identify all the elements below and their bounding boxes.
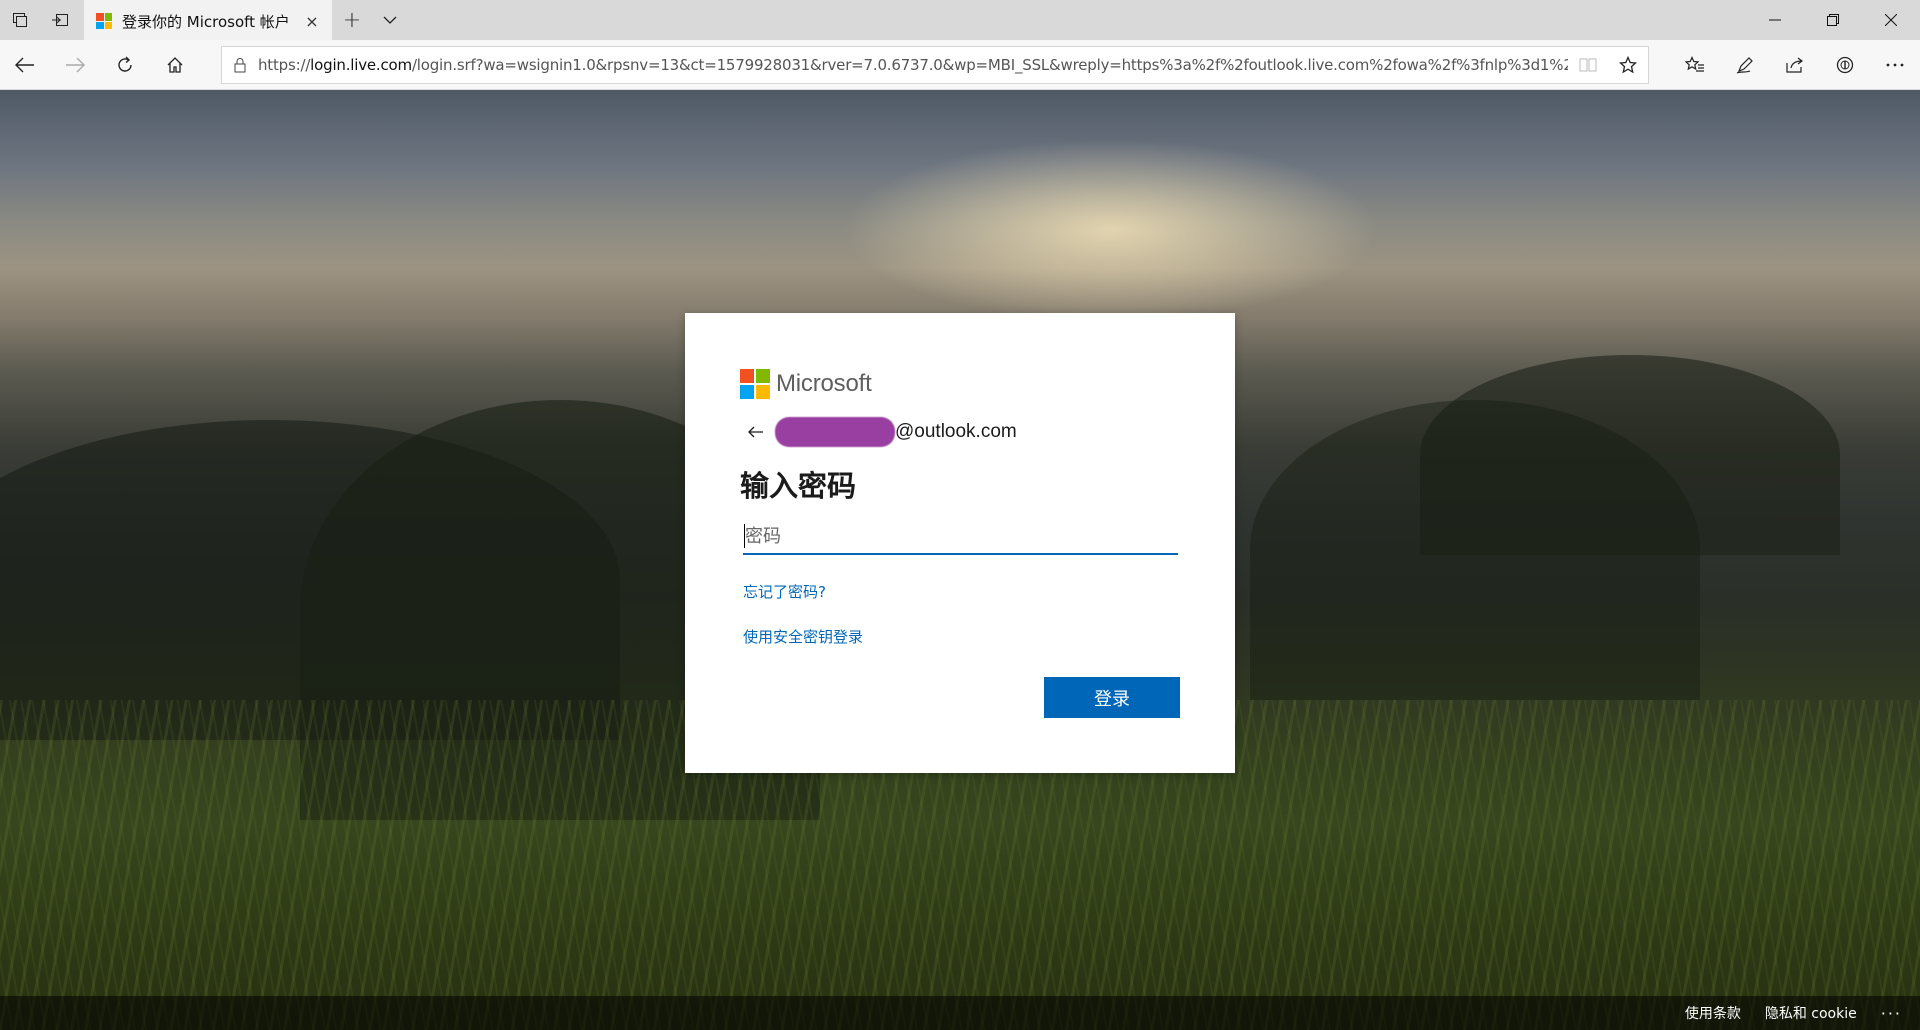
reading-view-icon[interactable] bbox=[1568, 47, 1608, 83]
footer: 使用条款 隐私和 cookie ··· bbox=[0, 996, 1920, 1030]
forward-icon[interactable] bbox=[50, 40, 100, 90]
redacted-username bbox=[775, 417, 895, 447]
footer-more-icon[interactable]: ··· bbox=[1881, 1004, 1902, 1023]
home-icon[interactable] bbox=[150, 40, 200, 90]
favorite-star-icon[interactable] bbox=[1608, 47, 1648, 83]
text-cursor bbox=[744, 524, 745, 548]
active-tab[interactable]: 登录你的 Microsoft 帐户 × bbox=[84, 0, 332, 40]
refresh-icon[interactable] bbox=[100, 40, 150, 90]
share-icon[interactable] bbox=[1770, 40, 1820, 90]
close-window-button[interactable] bbox=[1862, 0, 1920, 40]
security-key-signin-link[interactable]: 使用安全密钥登录 bbox=[743, 626, 863, 647]
login-card: Microsoft @outlook.com 输入密码 忘记了密码? 使用安全密… bbox=[685, 313, 1235, 773]
address-bar[interactable]: https://login.live.com/login.srf?wa=wsig… bbox=[221, 46, 1649, 84]
password-manager-extension-icon[interactable] bbox=[1820, 40, 1870, 90]
page-background: Microsoft @outlook.com 输入密码 忘记了密码? 使用安全密… bbox=[0, 90, 1920, 1030]
back-icon[interactable] bbox=[0, 40, 50, 90]
close-tab-icon[interactable]: × bbox=[302, 11, 322, 31]
privacy-cookies-link[interactable]: 隐私和 cookie bbox=[1765, 1003, 1857, 1023]
microsoft-logo-icon bbox=[96, 13, 112, 29]
lock-icon[interactable] bbox=[222, 57, 258, 73]
tabs-aside-icon[interactable] bbox=[0, 0, 40, 40]
more-options-icon[interactable] bbox=[1870, 40, 1920, 90]
tab-title: 登录你的 Microsoft 帐户 bbox=[122, 12, 290, 31]
signin-button[interactable]: 登录 bbox=[1044, 677, 1180, 718]
favorites-hub-icon[interactable] bbox=[1670, 40, 1720, 90]
navigation-bar: https://login.live.com/login.srf?wa=wsig… bbox=[0, 40, 1920, 90]
set-tabs-aside-icon[interactable] bbox=[40, 0, 80, 40]
back-arrow-icon[interactable] bbox=[743, 419, 769, 445]
minimize-button[interactable] bbox=[1746, 0, 1804, 40]
microsoft-logo-icon bbox=[740, 369, 770, 399]
forgot-password-link[interactable]: 忘记了密码? bbox=[743, 581, 826, 602]
restore-button[interactable] bbox=[1804, 0, 1862, 40]
brand: Microsoft bbox=[740, 369, 872, 399]
account-identity: @outlook.com bbox=[743, 417, 1017, 447]
new-tab-button[interactable]: + bbox=[332, 0, 372, 40]
terms-of-use-link[interactable]: 使用条款 bbox=[1685, 1003, 1741, 1023]
password-input[interactable] bbox=[743, 519, 1178, 555]
email-suffix: @outlook.com bbox=[895, 421, 1017, 442]
page-title: 输入密码 bbox=[740, 469, 857, 503]
pen-icon[interactable] bbox=[1720, 40, 1770, 90]
mountain-far-right bbox=[1250, 400, 1700, 700]
title-bar: 登录你的 Microsoft 帐户 × + bbox=[0, 0, 1920, 40]
brand-name: Microsoft bbox=[776, 370, 872, 397]
chevron-down-icon[interactable] bbox=[372, 0, 408, 40]
url-text[interactable]: https://login.live.com/login.srf?wa=wsig… bbox=[258, 56, 1568, 74]
